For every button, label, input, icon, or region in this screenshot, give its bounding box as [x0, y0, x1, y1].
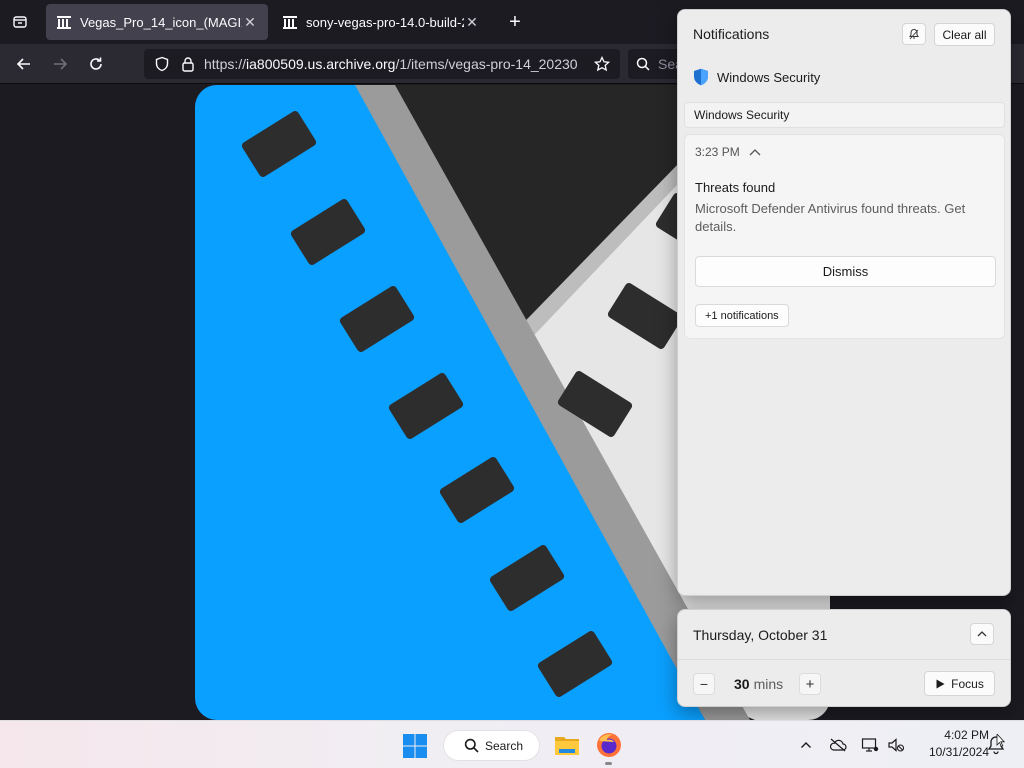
decrease-focus-button[interactable]: −: [693, 673, 715, 695]
more-notifications-button[interactable]: +1 notifications: [695, 304, 789, 327]
chevron-up-icon[interactable]: [748, 147, 762, 157]
file-explorer-icon[interactable]: [553, 731, 581, 759]
close-tab-icon[interactable]: ✕: [242, 14, 258, 30]
notification-card[interactable]: 3:23 PM Threats found Microsoft Defender…: [684, 134, 1005, 339]
search-icon: [464, 738, 479, 753]
notification-center: Notifications Clear all Windows Security…: [677, 9, 1011, 596]
notification-time: 3:23 PM: [695, 145, 762, 159]
search-icon: [636, 57, 650, 71]
clock-date: 10/31/2024: [928, 745, 989, 759]
volume-muted-icon[interactable]: [886, 735, 906, 755]
calendar-date: Thursday, October 31: [693, 627, 828, 643]
show-hidden-icons-chevron-icon[interactable]: [796, 735, 816, 755]
clock-time: 4:02 PM: [944, 728, 989, 742]
url-path: /1/items/vegas-pro-14_20230: [395, 56, 578, 72]
network-icon[interactable]: [860, 735, 880, 755]
taskbar-search-button[interactable]: Search: [443, 730, 540, 761]
focus-label: Focus: [951, 676, 984, 691]
archive-favicon-icon: [57, 16, 71, 29]
notification-group-header[interactable]: Windows Security: [684, 102, 1005, 128]
onedrive-offline-icon[interactable]: [828, 735, 848, 755]
taskbar-search-label: Search: [485, 738, 524, 753]
url-scheme: https://: [204, 56, 247, 72]
archive-favicon-icon: [283, 16, 297, 29]
notification-app-header[interactable]: Windows Security: [693, 68, 820, 86]
close-tab-icon[interactable]: ✕: [464, 14, 480, 30]
notification-app-name: Windows Security: [717, 69, 821, 85]
focus-minutes-unit: mins: [753, 676, 784, 692]
dismiss-button[interactable]: Dismiss: [695, 256, 996, 287]
chevron-up-icon: [977, 631, 987, 637]
url-text[interactable]: https://ia800509.us.archive.org/1/items/…: [204, 56, 584, 72]
divider: [678, 659, 1010, 660]
tab-sony-vegas[interactable]: sony-vegas-pro-14.0-build-244 ✕: [272, 4, 490, 40]
increase-focus-button[interactable]: +: [799, 673, 821, 695]
notification-timestamp: 3:23 PM: [695, 145, 740, 159]
url-host: ia800509.us.archive.org: [246, 56, 396, 72]
do-not-disturb-button[interactable]: [902, 23, 926, 45]
play-icon: [936, 679, 945, 688]
start-focus-button[interactable]: Focus: [924, 671, 995, 696]
focus-duration: 30 mins: [734, 676, 783, 692]
firefox-icon[interactable]: [595, 731, 623, 759]
windows-start-icon[interactable]: [402, 733, 428, 759]
reload-icon[interactable]: [84, 52, 108, 76]
windows-security-shield-icon: [694, 68, 708, 86]
address-bar[interactable]: https://ia800509.us.archive.org/1/items/…: [144, 49, 620, 79]
bookmark-star-icon[interactable]: [592, 54, 612, 74]
collapse-calendar-button[interactable]: [970, 623, 994, 645]
calendar-focus-panel: Thursday, October 31 − 30 mins + Focus: [677, 609, 1011, 707]
tab-title: Vegas_Pro_14_icon_(MAGIX).pn: [80, 14, 242, 30]
forward-arrow-icon[interactable]: [48, 52, 72, 76]
taskbar-clock[interactable]: 4:02 PM 10/31/2024: [913, 727, 989, 763]
lock-icon[interactable]: [178, 54, 198, 74]
notification-settings-icon: [909, 28, 919, 40]
new-tab-icon[interactable]: +: [503, 10, 527, 34]
notification-body: Microsoft Defender Antivirus found threa…: [695, 201, 966, 234]
tracking-shield-icon[interactable]: [152, 54, 172, 74]
running-indicator: [605, 762, 612, 765]
tab-vegas-icon[interactable]: Vegas_Pro_14_icon_(MAGIX).pn ✕: [46, 4, 268, 40]
notification-bell-icon[interactable]: [985, 734, 1007, 756]
notifications-title: Notifications: [693, 26, 770, 42]
mouse-cursor-icon: [996, 734, 1006, 748]
taskbar: Search 4:02 PM 10/31/2024: [0, 720, 1024, 768]
list-all-tabs-icon[interactable]: [8, 10, 32, 34]
tab-title: sony-vegas-pro-14.0-build-244: [306, 14, 464, 30]
back-arrow-icon[interactable]: [12, 52, 36, 76]
notification-heading: Threats found: [695, 180, 776, 195]
focus-minutes-value: 30: [734, 676, 750, 692]
clear-all-button[interactable]: Clear all: [934, 23, 995, 46]
